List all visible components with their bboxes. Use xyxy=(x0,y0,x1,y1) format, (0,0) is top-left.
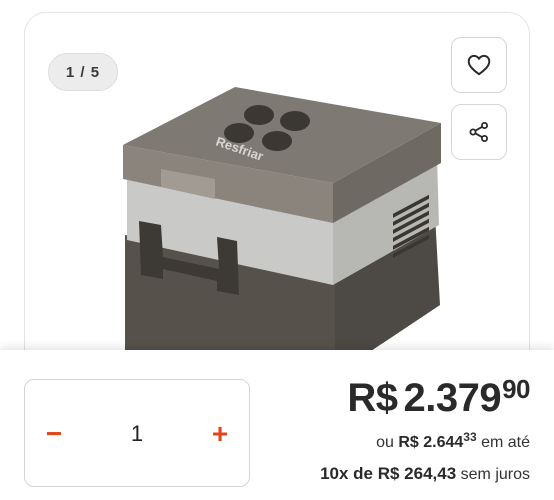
increase-quantity-button[interactable]: + xyxy=(195,380,245,488)
full-price-prefix: ou xyxy=(376,434,394,451)
heart-icon xyxy=(467,54,491,76)
share-icon xyxy=(469,122,488,142)
price-main: R$ 2.379 90 xyxy=(347,374,530,422)
price-currency: R$ xyxy=(347,376,398,420)
product-image[interactable]: Resfriar xyxy=(105,75,465,372)
installments-value: 10x de R$ 264,43 xyxy=(320,464,457,483)
price-integer: 2.379 xyxy=(403,376,502,420)
product-page: 1 / 5 Resfriar − 1 + R$ 2.379 90 ou R$ 2… xyxy=(0,0,554,500)
decrease-quantity-button[interactable]: − xyxy=(29,380,79,488)
full-price-suffix: em até xyxy=(481,434,530,451)
quantity-value[interactable]: 1 xyxy=(85,380,189,488)
product-gallery[interactable]: 1 / 5 Resfriar xyxy=(24,12,530,372)
price-cents: 90 xyxy=(502,374,530,404)
purchase-bar: − 1 + R$ 2.379 90 ou R$ 2.64433 em até 1… xyxy=(0,350,554,500)
quantity-stepper: − 1 + xyxy=(24,379,250,487)
installments-line: 10x de R$ 264,43 sem juros xyxy=(320,464,530,484)
full-price-cents: 33 xyxy=(463,430,477,444)
full-price-line: ou R$ 2.64433 em até xyxy=(376,430,530,452)
full-price-value: R$ 2.644 xyxy=(398,434,464,451)
installments-suffix: sem juros xyxy=(460,466,530,483)
